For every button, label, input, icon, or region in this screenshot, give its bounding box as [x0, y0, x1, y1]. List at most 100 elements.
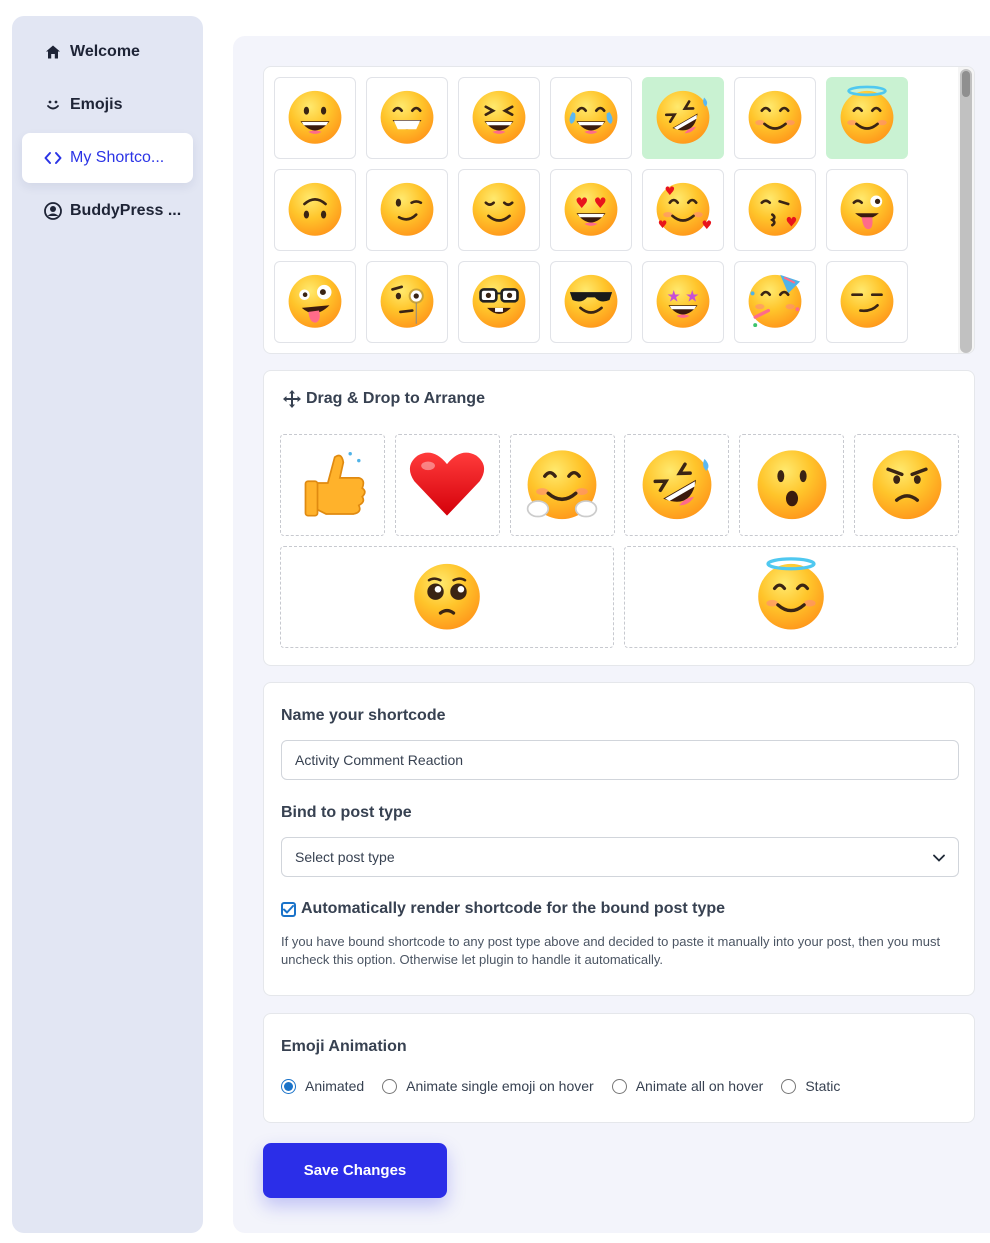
face-with-monocle-icon	[374, 267, 440, 338]
arrange-title: Drag & Drop to Arrange	[282, 389, 485, 409]
emoji-option[interactable]: ♥ ♥ ♥	[642, 169, 724, 251]
arranged-emoji[interactable]	[280, 434, 385, 536]
svg-text:★: ★	[667, 286, 681, 305]
scrollbar[interactable]	[958, 67, 974, 353]
auto-render-help: If you have bound shortcode to any post …	[281, 934, 941, 967]
sidebar-item-label: My Shortco...	[70, 149, 165, 166]
zany-face-icon	[282, 267, 348, 338]
post-type-label: Bind to post type	[281, 804, 412, 821]
sidebar-item-label: Emojis	[70, 96, 123, 113]
radio-button[interactable]	[781, 1078, 797, 1094]
main-panel: ♥ ♥ ♥ ♥ ♥ ♥ ★ ★ Drag & Drop to Arrange Name you…	[233, 36, 990, 1233]
partying-face-icon	[742, 267, 808, 338]
emoji-option[interactable]	[826, 261, 908, 343]
radio-label: Animate single emoji on hover	[406, 1078, 594, 1094]
svg-text:♥: ♥	[665, 183, 676, 197]
emoji-option[interactable]	[734, 77, 816, 159]
svg-text:♥: ♥	[658, 218, 667, 230]
grinning-squinting-face-icon	[466, 83, 532, 154]
arrange-title-text: Drag & Drop to Arrange	[306, 390, 485, 407]
radio-static[interactable]: Static	[781, 1078, 840, 1094]
emoji-picker: ♥ ♥ ♥ ♥ ♥ ♥ ★ ★	[263, 66, 975, 354]
beaming-face-icon	[374, 83, 440, 154]
emoji-option[interactable]	[366, 77, 448, 159]
post-type-select[interactable]: Select post type	[281, 837, 959, 877]
auto-render-option[interactable]: Automatically render shortcode for the b…	[281, 900, 725, 918]
home-icon	[44, 43, 62, 61]
radio-button[interactable]	[281, 1078, 296, 1094]
emoji-option[interactable]	[366, 169, 448, 251]
radio-animated[interactable]: Animated	[281, 1078, 364, 1094]
arranged-emoji[interactable]	[854, 434, 959, 536]
emoji-option[interactable]	[274, 261, 356, 343]
smiling-face-with-halo-icon	[834, 83, 900, 154]
buddypress-icon	[44, 202, 62, 220]
name-label: Name your shortcode	[281, 707, 446, 724]
arranged-emoji[interactable]	[280, 546, 614, 648]
emoji-option[interactable]	[366, 261, 448, 343]
emoji-option[interactable]	[274, 77, 356, 159]
sidebar-item-buddypress[interactable]: BuddyPress ...	[22, 186, 193, 236]
emoji-option[interactable]: ♥ ♥	[550, 169, 632, 251]
animation-title: Emoji Animation	[281, 1038, 407, 1055]
shortcode-name-input[interactable]	[281, 740, 959, 780]
emoji-option[interactable]	[826, 169, 908, 251]
emoji-option[interactable]	[274, 169, 356, 251]
radio-label: Animate all on hover	[635, 1078, 764, 1094]
scrollbar-thumb[interactable]	[960, 69, 972, 353]
arranged-emoji[interactable]	[624, 434, 730, 536]
svg-text:♥: ♥	[594, 196, 607, 212]
nerd-face-icon	[466, 267, 532, 338]
smiling-face-with-heart-eyes-icon: ♥ ♥	[558, 175, 624, 246]
thumbs-up-icon	[290, 440, 376, 531]
shortcode-settings: Name your shortcode Bind to post type Se…	[263, 682, 975, 996]
arranged-emoji[interactable]	[509, 434, 615, 536]
winking-face-icon	[374, 175, 440, 246]
svg-text:★: ★	[685, 286, 699, 305]
hushed-face-icon	[749, 440, 835, 531]
radio-animate-single-hover[interactable]: Animate single emoji on hover	[382, 1078, 594, 1094]
grinning-face-with-big-eyes-icon	[282, 83, 348, 154]
svg-text:♥: ♥	[786, 215, 798, 230]
sidebar: Welcome Emojis My Shortco... BuddyPress …	[12, 16, 203, 1233]
auto-render-checkbox[interactable]	[281, 901, 296, 917]
sidebar-item-label: Welcome	[70, 43, 140, 60]
arrange-panel: Drag & Drop to Arrange	[263, 370, 975, 666]
arranged-emoji[interactable]	[394, 434, 500, 536]
sidebar-item-my-shortcodes[interactable]: My Shortco...	[22, 133, 193, 183]
emoji-option[interactable]	[550, 261, 632, 343]
rolling-on-floor-laughing-icon	[650, 83, 716, 154]
animation-settings: Emoji Animation Animated Animate single …	[263, 1013, 975, 1123]
sidebar-item-emojis[interactable]: Emojis	[22, 80, 193, 130]
radio-label: Static	[805, 1078, 841, 1094]
save-button[interactable]: Save Changes	[263, 1143, 447, 1198]
pleading-face-icon	[406, 554, 488, 641]
radio-button[interactable]	[611, 1078, 627, 1094]
radio-label: Animated	[305, 1078, 365, 1094]
code-icon	[44, 149, 62, 167]
face-with-tears-of-joy-icon	[558, 83, 624, 154]
svg-text:♥: ♥	[701, 218, 712, 232]
smile-icon	[44, 96, 62, 114]
face-blowing-kiss-icon: ♥	[742, 175, 808, 246]
sidebar-item-welcome[interactable]: Welcome	[22, 27, 193, 77]
move-icon	[282, 389, 302, 409]
arranged-emoji[interactable]	[624, 546, 958, 648]
arranged-emoji[interactable]	[739, 434, 845, 536]
emoji-option[interactable]	[458, 169, 540, 251]
emoji-option[interactable]	[550, 77, 632, 159]
emoji-option[interactable]	[642, 77, 724, 159]
red-heart-icon	[404, 440, 490, 531]
emoji-option[interactable]: ♥	[734, 169, 816, 251]
smirking-face-icon	[834, 267, 900, 338]
radio-animate-all-hover[interactable]: Animate all on hover	[611, 1078, 764, 1094]
emoji-option[interactable]: ★ ★	[642, 261, 724, 343]
emoji-option[interactable]	[458, 77, 540, 159]
emoji-option[interactable]	[458, 261, 540, 343]
emoji-option[interactable]	[734, 261, 816, 343]
emoji-option[interactable]	[826, 77, 908, 159]
chevron-down-icon	[933, 849, 945, 865]
post-type-value: Select post type	[295, 849, 395, 865]
angry-face-icon	[864, 440, 950, 531]
radio-button[interactable]	[382, 1078, 398, 1094]
